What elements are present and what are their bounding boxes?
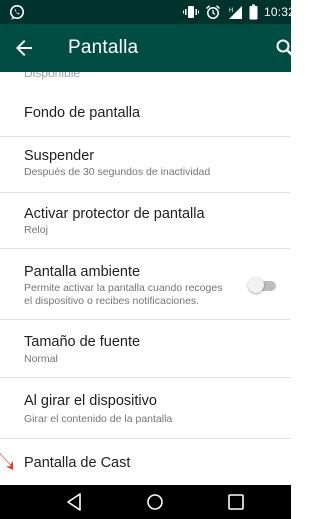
setting-subtitle-line-1: Permite activar la pantalla cuando recog… (24, 282, 223, 294)
setting-title: Suspender (24, 148, 95, 164)
svg-text:H: H (229, 8, 233, 14)
setting-title: Activar protector de pantalla (24, 206, 205, 222)
whatsapp-icon (10, 5, 24, 20)
setting-al-girar-el-dispositivo[interactable]: Al girar el dispositivo Girar el conteni… (0, 378, 291, 439)
setting-suspender[interactable]: Suspender Después de 30 segundos de inac… (0, 137, 291, 193)
setting-subtitle-line-2: el dispositivo o recibes notificaciones. (24, 295, 200, 307)
clipped-item-subtitle: Disponible (24, 72, 81, 80)
alarm-icon (205, 5, 220, 19)
pantalla-ambiente-toggle[interactable] (248, 277, 276, 293)
setting-pantalla-de-cast[interactable]: Pantalla de Cast (0, 439, 291, 485)
signal-icon: H (228, 6, 242, 19)
navigation-bar (0, 485, 291, 519)
setting-subtitle: Después de 30 segundos de inactividad (24, 166, 211, 178)
setting-tamano-de-fuente[interactable]: Tamaño de fuente Normal (0, 320, 291, 378)
page-title: Pantalla (68, 37, 139, 58)
status-clock: 10:32 (263, 5, 295, 19)
toolbar: Pantalla (0, 24, 294, 72)
battery-icon (249, 4, 258, 20)
toggle-thumb (248, 277, 264, 293)
setting-title: Al girar el dispositivo (24, 393, 157, 409)
setting-title: Tamaño de fuente (24, 334, 141, 350)
vibrate-icon (182, 6, 199, 18)
setting-title: Pantalla ambiente (24, 264, 141, 280)
nav-recents-icon[interactable] (225, 491, 247, 513)
setting-protector-de-pantalla[interactable]: Activar protector de pantalla Reloj (0, 193, 291, 249)
setting-fondo-de-pantalla[interactable]: Fondo de pantalla (0, 87, 291, 137)
setting-pantalla-ambiente[interactable]: Pantalla ambiente Permite activar la pan… (0, 249, 291, 320)
setting-subtitle: Reloj (24, 224, 48, 236)
nav-home-icon[interactable] (144, 491, 166, 513)
back-arrow-icon[interactable] (12, 36, 36, 60)
setting-subtitle: Normal (24, 353, 58, 365)
search-icon[interactable] (273, 36, 297, 60)
setting-title: Fondo de pantalla (24, 105, 141, 121)
status-bar: H 10:32 (0, 0, 295, 24)
setting-title: Pantalla de Cast (24, 455, 131, 471)
nav-back-icon[interactable] (64, 491, 86, 513)
red-arrow-icon (0, 453, 13, 470)
setting-subtitle: Girar el contenido de la pantalla (24, 413, 173, 425)
